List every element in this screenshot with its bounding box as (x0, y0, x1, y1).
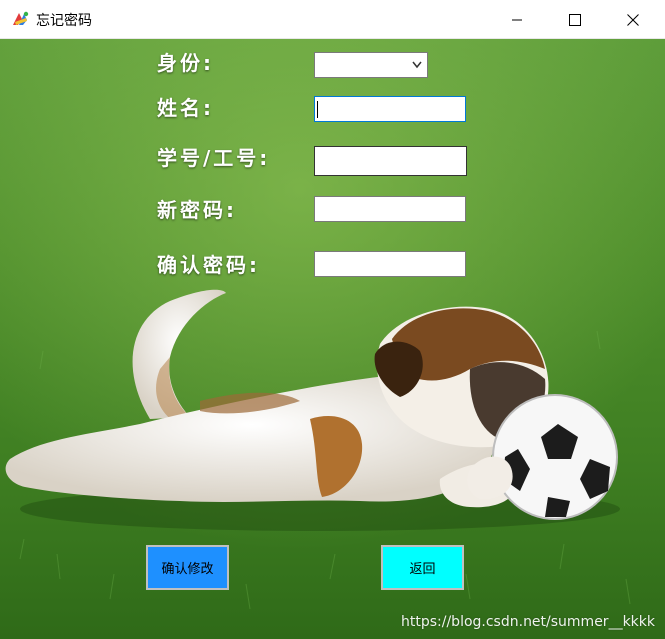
close-icon (627, 13, 639, 26)
name-input[interactable] (314, 96, 466, 122)
title-bar: 忘记密码 (0, 0, 665, 39)
watermark-text: https://blog.csdn.net/summer__kkkk (401, 614, 655, 630)
confirm-change-button[interactable]: 确认修改 (146, 545, 229, 590)
window-title: 忘记密码 (36, 13, 92, 29)
close-button[interactable] (604, 0, 662, 39)
back-button[interactable]: 返回 (381, 545, 464, 590)
confirm-password-label: 确认密码: (157, 253, 260, 277)
id-input[interactable] (314, 146, 467, 176)
maximize-icon (569, 13, 581, 26)
text-caret (317, 101, 318, 118)
chevron-down-icon (412, 61, 422, 69)
app-icon (13, 11, 29, 25)
id-label: 学号/工号: (157, 146, 271, 170)
maximize-button[interactable] (546, 0, 604, 39)
minimize-icon (512, 19, 522, 20)
background-image (0, 39, 665, 639)
confirm-password-input[interactable] (314, 251, 466, 277)
identity-select[interactable] (314, 52, 428, 78)
name-label: 姓名: (157, 96, 214, 120)
identity-label: 身份: (157, 51, 214, 75)
minimize-button[interactable] (488, 0, 546, 39)
new-password-input[interactable] (314, 196, 466, 222)
new-password-label: 新密码: (157, 198, 237, 222)
form-area: 身份: 姓名: 学号/工号: 新密码: 确认密码: 确认修改 返回 https:… (0, 39, 665, 639)
